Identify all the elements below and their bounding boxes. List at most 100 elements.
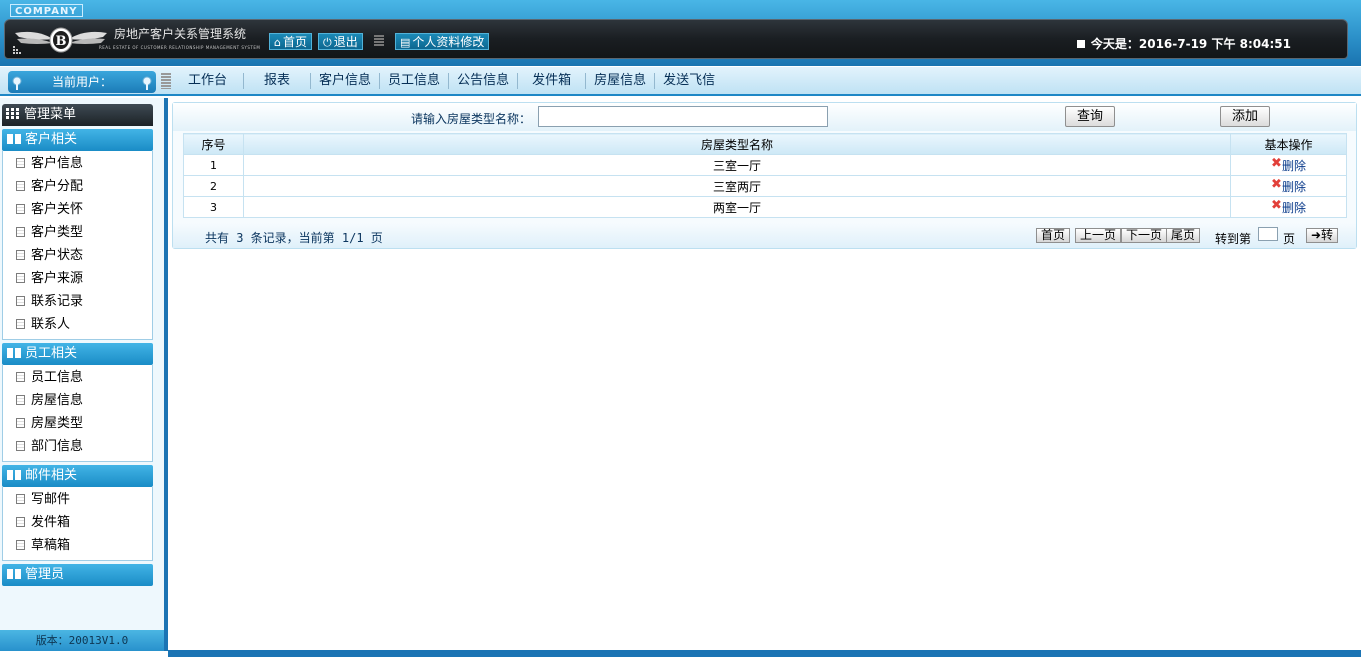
profile-edit-button[interactable]: ▤ 个人资料修改 bbox=[395, 33, 490, 50]
menu-title: 管理菜单 bbox=[2, 104, 153, 126]
row-index: 3 bbox=[183, 196, 244, 218]
menu-item-outbox[interactable]: 发件箱 bbox=[3, 511, 152, 534]
menu-item-label: 写邮件 bbox=[31, 492, 71, 507]
grid-icon bbox=[6, 108, 19, 119]
book-icon bbox=[7, 134, 21, 144]
book-icon bbox=[7, 470, 21, 480]
action-cell: ✖删除 bbox=[1230, 175, 1347, 197]
nav-item-send-fetion[interactable]: 发送飞信 bbox=[655, 73, 723, 89]
nav-item-customer-info[interactable]: 客户信息 bbox=[311, 73, 381, 89]
sidebar: 管理菜单 客户相关 客户信息 客户分配 客户关怀 客户类型 客户状态 客户来源 … bbox=[0, 98, 168, 651]
nav-grip-icon bbox=[161, 73, 171, 89]
goto-label: 转到第 bbox=[1215, 232, 1252, 246]
add-button[interactable]: 添加 bbox=[1220, 106, 1270, 127]
pin-icon bbox=[12, 76, 22, 90]
nav-item-notices[interactable]: 公告信息 bbox=[449, 73, 519, 89]
menu-item-label: 客户信息 bbox=[31, 156, 84, 171]
toolbar-separator bbox=[374, 35, 384, 47]
action-cell: ✖删除 bbox=[1230, 196, 1347, 218]
menu-item-label: 联系人 bbox=[31, 317, 71, 332]
nav-item-house-info[interactable]: 房屋信息 bbox=[586, 73, 656, 89]
menu-item-label: 房屋类型 bbox=[31, 416, 84, 431]
top-header: COMPANY B 房地产客户关系管理系统 REAL ESTATE OF CUS… bbox=[0, 0, 1361, 66]
page-icon bbox=[16, 372, 25, 382]
page-icon bbox=[16, 418, 25, 428]
menu-group-header[interactable]: 客户相关 bbox=[2, 129, 153, 151]
nav-item-outbox[interactable]: 发件箱 bbox=[518, 73, 587, 89]
menu-group-employee: 员工相关 员工信息 房屋信息 房屋类型 部门信息 bbox=[2, 343, 153, 462]
company-tag: COMPANY bbox=[10, 4, 83, 17]
menu-group-header[interactable]: 员工相关 bbox=[2, 343, 153, 365]
prev-page-button[interactable]: 上一页 bbox=[1075, 228, 1122, 243]
home-button[interactable]: ⌂ 首页 bbox=[269, 33, 312, 50]
menu-group-title: 邮件相关 bbox=[25, 468, 78, 483]
system-title: 房地产客户关系管理系统 bbox=[114, 27, 247, 41]
column-header: 序号 bbox=[183, 133, 244, 155]
logout-button[interactable]: ⏻ 退出 bbox=[318, 33, 363, 50]
menu-item-department-info[interactable]: 部门信息 bbox=[3, 435, 152, 458]
table-row: 3 两室一厅 ✖删除 bbox=[183, 196, 1347, 218]
sidebar-panel: 管理菜单 客户相关 客户信息 客户分配 客户关怀 客户类型 客户状态 客户来源 … bbox=[0, 98, 164, 651]
menu-group-body: 员工信息 房屋信息 房屋类型 部门信息 bbox=[2, 365, 153, 462]
menu-group-admin: 管理员 bbox=[2, 564, 153, 586]
menu-item-write-mail[interactable]: 写邮件 bbox=[3, 488, 152, 511]
menu-item-contact-records[interactable]: 联系记录 bbox=[3, 290, 152, 313]
profile-label: 个人资料修改 bbox=[412, 35, 485, 49]
delete-link[interactable]: ✖删除 bbox=[1271, 177, 1306, 194]
menu-item-customer-info[interactable]: 客户信息 bbox=[3, 152, 152, 175]
query-button[interactable]: 查询 bbox=[1065, 106, 1115, 127]
first-page-button[interactable]: 首页 bbox=[1036, 228, 1071, 243]
menu-item-customer-assign[interactable]: 客户分配 bbox=[3, 175, 152, 198]
power-icon: ⏻ bbox=[323, 36, 332, 49]
delete-link[interactable]: ✖删除 bbox=[1271, 198, 1306, 215]
goto-page-input[interactable] bbox=[1258, 227, 1278, 241]
header-bar: B 房地产客户关系管理系统 REAL ESTATE OF CUSTOMER RE… bbox=[4, 19, 1348, 59]
menu-item-label: 草稿箱 bbox=[31, 538, 71, 553]
nav-item-workbench[interactable]: 工作台 bbox=[172, 73, 245, 89]
menu-item-customer-care[interactable]: 客户关怀 bbox=[3, 198, 152, 221]
menu-group-title: 管理员 bbox=[25, 567, 65, 582]
menu-group-header[interactable]: 管理员 bbox=[2, 564, 153, 586]
menu-item-label: 客户来源 bbox=[31, 271, 84, 286]
delete-label: 删除 bbox=[1281, 180, 1306, 194]
menu-item-house-type[interactable]: 房屋类型 bbox=[3, 412, 152, 435]
delete-label: 删除 bbox=[1281, 159, 1306, 173]
goto-button[interactable]: ➜转 bbox=[1306, 228, 1339, 243]
next-page-button[interactable]: 下一页 bbox=[1121, 228, 1168, 243]
menu-item-contacts[interactable]: 联系人 bbox=[3, 313, 152, 336]
delete-icon: ✖ bbox=[1271, 156, 1282, 171]
menu-item-label: 发件箱 bbox=[31, 515, 71, 530]
menu-item-customer-source[interactable]: 客户来源 bbox=[3, 267, 152, 290]
date-display: 今天是：2016-7-19 下午 8:04:51 bbox=[1076, 35, 1291, 52]
nav-strip: 当前用户： 工作台 报表 客户信息 员工信息 公告信息 发件箱 房屋信息 发送飞… bbox=[0, 66, 1361, 96]
bottom-border bbox=[168, 650, 1361, 657]
page-icon bbox=[16, 517, 25, 527]
menu-group-header[interactable]: 邮件相关 bbox=[2, 465, 153, 487]
menu-item-employee-info[interactable]: 员工信息 bbox=[3, 366, 152, 389]
logo: B bbox=[15, 27, 107, 53]
last-page-button[interactable]: 尾页 bbox=[1166, 228, 1201, 243]
table-header-row: 序号 房屋类型名称 基本操作 bbox=[183, 133, 1347, 155]
delete-label: 删除 bbox=[1281, 201, 1306, 215]
menu-item-drafts[interactable]: 草稿箱 bbox=[3, 534, 152, 557]
menu-item-label: 员工信息 bbox=[31, 370, 84, 385]
current-user-label: 当前用户： bbox=[51, 75, 112, 89]
page-icon bbox=[16, 494, 25, 504]
search-label: 请输入房屋类型名称： bbox=[411, 112, 532, 126]
nav-item-reports[interactable]: 报表 bbox=[244, 73, 312, 89]
main-panel: 请输入房屋类型名称： 查询 添加 序号 房屋类型名称 基本操作 1 三室一厅 ✖… bbox=[172, 102, 1357, 249]
menu-item-customer-status[interactable]: 客户状态 bbox=[3, 244, 152, 267]
menu-item-customer-type[interactable]: 客户类型 bbox=[3, 221, 152, 244]
page-icon bbox=[16, 441, 25, 451]
menu-item-house-info[interactable]: 房屋信息 bbox=[3, 389, 152, 412]
table-row: 1 三室一厅 ✖删除 bbox=[183, 154, 1347, 176]
current-user-box: 当前用户： bbox=[8, 71, 156, 93]
page-icon bbox=[16, 273, 25, 283]
delete-link[interactable]: ✖删除 bbox=[1271, 156, 1306, 173]
menu-item-label: 客户分配 bbox=[31, 179, 84, 194]
page-icon bbox=[16, 540, 25, 550]
nav-item-employee-info[interactable]: 员工信息 bbox=[380, 73, 450, 89]
book-icon bbox=[7, 569, 21, 579]
house-type-table: 序号 房屋类型名称 基本操作 1 三室一厅 ✖删除 2 三室两厅 ✖删除 3 两… bbox=[183, 133, 1347, 218]
house-type-search-input[interactable] bbox=[538, 106, 828, 127]
